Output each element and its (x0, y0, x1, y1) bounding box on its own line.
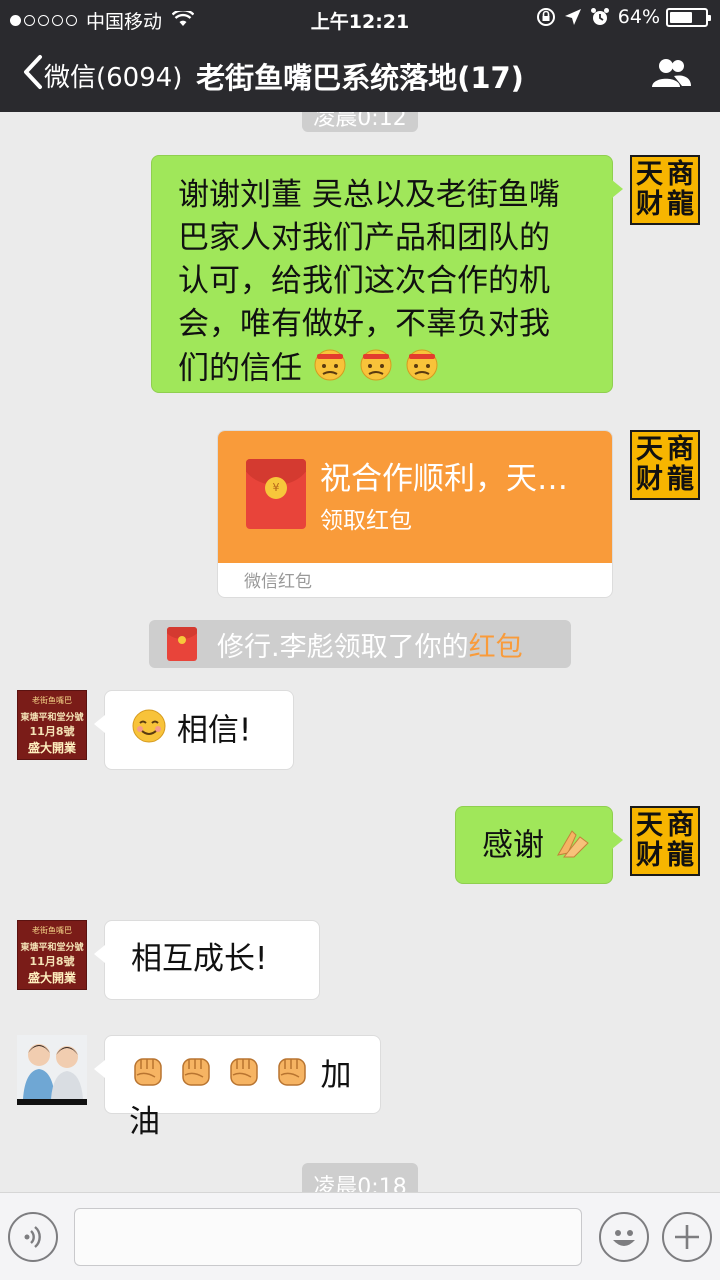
message-line: 巴家人对我们产品和团队的 (178, 220, 550, 256)
avatar-text: 東塘平和堂分號 (20, 713, 84, 723)
avatar-text: 盛大開業 (27, 741, 76, 755)
avatar-text: 東塘平和堂分號 (20, 943, 84, 953)
voice-icon (24, 1226, 41, 1248)
raised-fist-emoji-icon (273, 1053, 311, 1101)
message-bubble-outgoing[interactable]: 谢谢刘董 吴总以及老街鱼嘴 巴家人对我们产品和团队的 认可，给我们这次合作的机 … (151, 155, 623, 394)
avatar-char: 龍 (667, 464, 694, 495)
avatar-char: 龍 (667, 840, 694, 871)
people-icon (652, 59, 691, 87)
avatar-text: 盛大開業 (27, 971, 76, 985)
avatar-char: 商 (667, 159, 694, 190)
raised-fist-emoji-icon (225, 1053, 263, 1101)
nav-bar: 微信(6094) 老街鱼嘴巴系统落地(17) (0, 38, 720, 112)
praying-hands-emoji-icon (554, 823, 592, 871)
avatar[interactable]: 天 商 财 龍 (630, 806, 700, 876)
smiley-icon (613, 1230, 635, 1246)
avatar-text: 老街鱼嘴巴 (32, 696, 72, 705)
avatar[interactable]: 天 商 财 龍 (630, 430, 700, 500)
red-packet-title: 祝合作顺利，天… (320, 461, 568, 497)
raised-fist-emoji-icon (129, 1053, 167, 1101)
avatar-char: 财 (636, 189, 663, 220)
battery-percent: 64% (617, 6, 660, 28)
battery-icon (666, 7, 711, 27)
alarm-icon (590, 7, 610, 27)
timestamp: 凌晨0:18 (302, 1163, 418, 1192)
message-bubble-incoming[interactable]: 相互成长! (94, 920, 320, 1000)
chat-title: 老街鱼嘴巴系统落地(17) (196, 61, 524, 95)
annoyed-face-emoji-icon (312, 346, 348, 394)
raised-fist-emoji-icon (177, 1053, 215, 1101)
avatar-text: 11月8號 (29, 955, 75, 968)
message-text: 感谢 (482, 827, 544, 864)
message-bubble-outgoing[interactable]: 感谢 (455, 806, 623, 884)
message-text: 相信! (176, 712, 252, 749)
system-message-text: 修行.李彪领取了你的 (217, 631, 469, 663)
avatar-text: 11月8號 (29, 725, 75, 738)
annoyed-face-emoji-icon (358, 346, 394, 394)
avatar[interactable]: 老街鱼嘴巴 東塘平和堂分號 11月8號 盛大開業 (17, 690, 87, 760)
message-bubble-incoming[interactable]: 加油 (94, 1035, 381, 1140)
message-input[interactable] (74, 1208, 582, 1266)
message-text: 们的信任 (178, 350, 302, 387)
avatar[interactable] (17, 1035, 87, 1105)
red-envelope-icon (167, 627, 197, 661)
avatar-char: 商 (667, 434, 694, 465)
red-packet-link[interactable]: 红包 (469, 625, 523, 664)
status-right: 64% (528, 6, 711, 28)
message-line: 认可，给我们这次合作的机 (178, 263, 550, 299)
red-packet-subtitle: 领取红包 (320, 508, 412, 534)
red-packet-message[interactable]: ¥ 祝合作顺利，天… 领取红包 微信红包 (217, 430, 613, 598)
emoji-button[interactable] (599, 1212, 649, 1262)
annoyed-face-emoji-icon (404, 346, 440, 394)
group-members-button[interactable] (650, 58, 692, 92)
message-text: 相互成长! (131, 941, 268, 977)
chat-area[interactable]: 凌晨0:12 谢谢刘董 吴总以及老街鱼嘴 巴家人对我们产品和团队的 认可，给我们… (0, 112, 720, 1192)
top-bar: 中国移动 上午12:21 64% 微信(6094) 老街鱼嘴巴系统落地(17) (0, 0, 720, 112)
location-icon (564, 8, 582, 26)
avatar-char: 龍 (667, 189, 694, 220)
message-bubble-incoming[interactable]: 相信! (94, 690, 294, 770)
message-line: 们的信任 (178, 346, 586, 394)
avatar-char: 天 (636, 810, 663, 841)
status-bar: 中国移动 上午12:21 64% (0, 0, 720, 38)
red-envelope-icon: ¥ (246, 459, 306, 529)
voice-input-button[interactable] (8, 1212, 58, 1262)
avatar-char: 财 (636, 840, 663, 871)
plus-icon (675, 1225, 699, 1249)
children-photo-icon (17, 1035, 87, 1099)
avatar-char: 天 (636, 434, 663, 465)
message-line: 会，唯有做好，不辜负对我 (178, 306, 550, 342)
red-packet-footer: 微信红包 (244, 572, 312, 592)
avatar[interactable]: 老街鱼嘴巴 東塘平和堂分號 11月8號 盛大開業 (17, 920, 87, 990)
avatar-text: 老街鱼嘴巴 (32, 926, 72, 935)
timestamp: 凌晨0:12 (302, 112, 418, 132)
rotation-lock-icon (536, 7, 556, 27)
system-message: 修行.李彪领取了你的 红包 (149, 620, 571, 668)
smiling-face-emoji-icon (131, 708, 167, 756)
message-line: 谢谢刘董 吴总以及老街鱼嘴 (178, 177, 560, 213)
more-button[interactable] (662, 1212, 712, 1262)
avatar[interactable]: 天 商 财 龍 (630, 155, 700, 225)
avatar-char: 商 (667, 810, 694, 841)
input-toolbar (0, 1192, 720, 1280)
avatar-char: 天 (636, 159, 663, 190)
avatar-char: 财 (636, 464, 663, 495)
